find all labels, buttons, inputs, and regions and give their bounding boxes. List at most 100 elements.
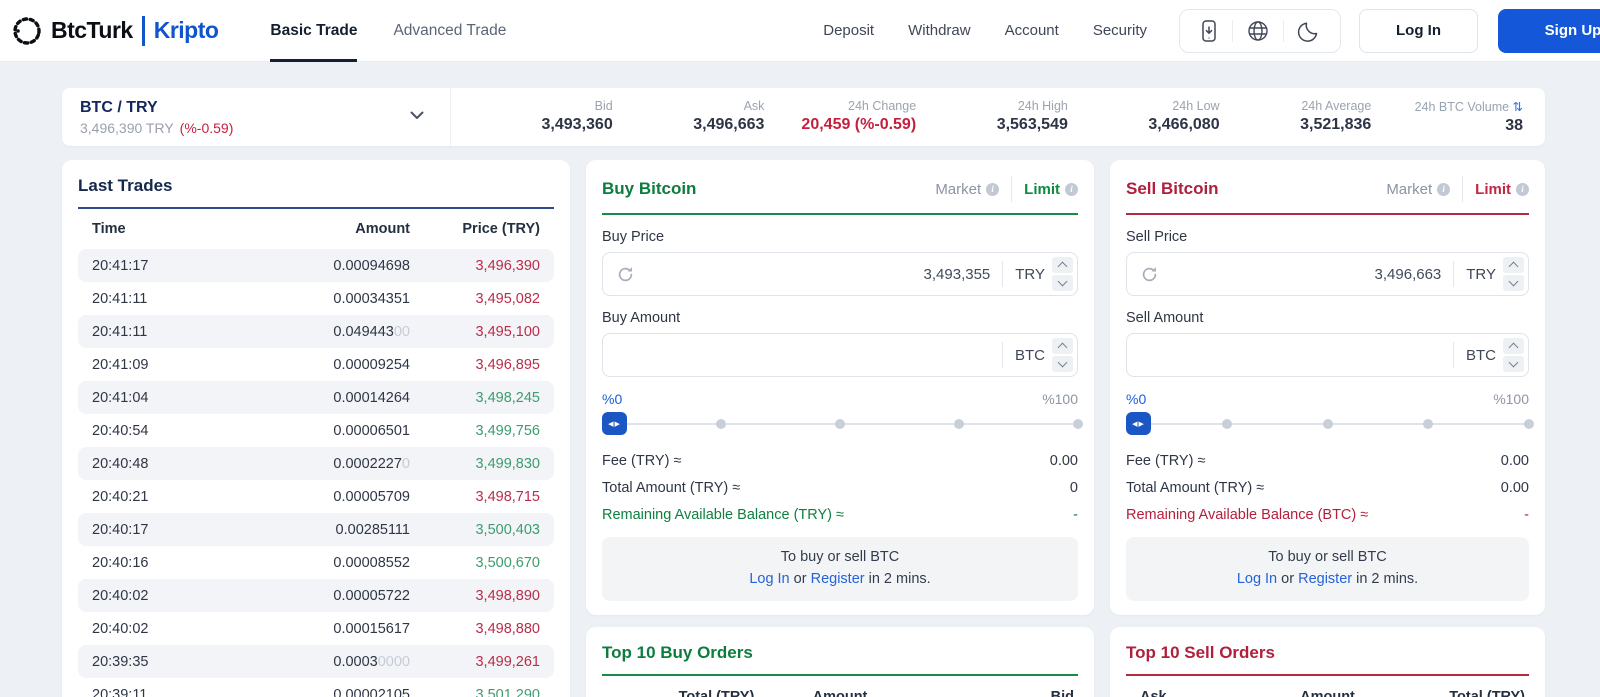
- trade-row: 20:41:04 0.00014264 3,498,245: [78, 381, 554, 414]
- nav-link-security[interactable]: Security: [1093, 22, 1147, 39]
- log-in-link[interactable]: Log In: [749, 571, 789, 587]
- trade-row: 20:41:11 0.00034351 3,495,082: [78, 282, 554, 315]
- stepper-down-icon[interactable]: [1052, 275, 1073, 291]
- trade-time: 20:41:11: [92, 323, 148, 340]
- buy-market-tab[interactable]: Market i: [935, 181, 1000, 198]
- last-trades-panel: Last Trades Time Amount Price (TRY) 20:4…: [62, 160, 570, 697]
- sort-arrows-icon[interactable]: ⇅: [1513, 100, 1523, 114]
- slider-max-label: %100: [1493, 391, 1529, 407]
- sign-up-button[interactable]: Sign Up: [1498, 8, 1600, 53]
- primary-tabs: Basic Trade Advanced Trade: [270, 0, 506, 62]
- trade-time: 20:40:02: [92, 587, 149, 604]
- log-in-button[interactable]: Log In: [1359, 8, 1478, 53]
- trade-row: 20:40:48 0.00022270 3,499,830: [78, 447, 554, 480]
- language-globe-icon[interactable]: [1233, 19, 1283, 43]
- refresh-price-icon[interactable]: [1140, 265, 1159, 284]
- buy-price-label: Buy Price: [602, 229, 665, 245]
- slider-min-label: %0: [1126, 391, 1147, 407]
- trade-time: 20:41:09: [92, 356, 149, 373]
- unit-divider: [1453, 261, 1455, 287]
- stepper-up-icon[interactable]: [1052, 338, 1073, 354]
- trade-amount: 0.00014264: [333, 389, 410, 406]
- sell-price-input[interactable]: [1167, 265, 1442, 283]
- orders-column-bid: Bid: [1050, 688, 1074, 697]
- sell-amount-stepper: [1503, 338, 1524, 372]
- dark-mode-moon-icon[interactable]: [1284, 19, 1334, 43]
- nav-link-withdraw[interactable]: Withdraw: [908, 22, 971, 39]
- stepper-down-icon[interactable]: [1503, 356, 1524, 372]
- slider-handle[interactable]: ◀▶: [1126, 412, 1151, 435]
- sell-limit-tab[interactable]: Limit i: [1475, 181, 1529, 198]
- nav-link-account[interactable]: Account: [1005, 22, 1059, 39]
- info-icon[interactable]: i: [1437, 182, 1451, 196]
- pair-selector[interactable]: BTC / TRY 3,496,390 TRY (%-0.59): [62, 99, 450, 136]
- summary-label: Remaining Available Balance (TRY) ≈: [602, 506, 844, 523]
- column-amount: Amount: [355, 221, 410, 237]
- cta-line2: Log In or Register in 2 mins.: [1236, 571, 1419, 588]
- log-in-link[interactable]: Log In: [1237, 571, 1277, 587]
- top-buy-orders-panel: Top 10 Buy Orders Total (TRY) Amount Bid: [586, 626, 1094, 697]
- refresh-price-icon[interactable]: [616, 265, 635, 284]
- trade-amount: 0.00008552: [333, 554, 410, 571]
- slider-dot: [1221, 419, 1232, 429]
- market-ticker-bar: BTC / TRY 3,496,390 TRY (%-0.59) Bid 3,493…: [62, 88, 1545, 146]
- tab-basic-trade[interactable]: Basic Trade: [270, 0, 358, 62]
- stepper-down-icon[interactable]: [1052, 356, 1073, 372]
- info-icon[interactable]: i: [1516, 182, 1529, 196]
- ticker-stat-label: 24h Change: [848, 99, 917, 113]
- ticker-stat-value: 3,521,836: [1300, 116, 1372, 133]
- trade-price: 3,495,082: [475, 290, 540, 307]
- last-trades-title: Last Trades: [78, 176, 173, 195]
- chevron-down-icon[interactable]: [406, 104, 428, 131]
- trade-row: 20:40:17 0.00285111 3,500,403: [78, 513, 554, 546]
- top-buy-orders-title: Top 10 Buy Orders: [602, 642, 753, 662]
- stepper-up-icon[interactable]: [1503, 257, 1524, 273]
- stepper-up-icon[interactable]: [1052, 257, 1073, 273]
- trade-amount-padding: 0000: [377, 653, 410, 670]
- tab-advanced-trade[interactable]: Advanced Trade: [393, 0, 506, 62]
- slider-dot: [1322, 419, 1333, 429]
- summary-label: Total Amount (TRY) ≈: [602, 479, 741, 496]
- unit-divider: [1002, 261, 1004, 287]
- trade-amount: 0.00005709: [333, 488, 410, 505]
- buy-limit-tab[interactable]: Limit i: [1024, 181, 1078, 198]
- info-icon[interactable]: i: [986, 182, 1000, 196]
- register-link[interactable]: Register: [811, 571, 865, 587]
- slider-dot: [954, 419, 964, 429]
- column-time: Time: [92, 221, 126, 237]
- tab-separator: [1462, 176, 1464, 202]
- buy-price-input[interactable]: [643, 265, 991, 283]
- buy-amount-input[interactable]: [616, 346, 990, 364]
- slider-handle[interactable]: ◀▶: [602, 412, 627, 435]
- trade-amount-padding: 0: [401, 455, 410, 472]
- summary-value: 0.00: [1500, 452, 1529, 469]
- nav-link-deposit[interactable]: Deposit: [823, 22, 874, 39]
- trade-price: 3,498,245: [475, 389, 540, 406]
- summary-label: Fee (TRY) ≈: [602, 452, 682, 469]
- register-link[interactable]: Register: [1298, 571, 1352, 587]
- trade-amount: 0.00030000: [333, 653, 410, 670]
- stepper-up-icon[interactable]: [1503, 338, 1524, 354]
- ticker-stat: Ask 3,496,663: [613, 99, 765, 135]
- app-download-icon[interactable]: [1186, 19, 1232, 43]
- ticker-stat-value: 3,496,663: [693, 116, 765, 133]
- buy-amount-inputbox: BTC: [602, 333, 1078, 377]
- sell-market-tab[interactable]: Market i: [1386, 181, 1451, 198]
- sell-amount-input[interactable]: [1140, 346, 1441, 364]
- sell-price-label: Sell Price: [1126, 229, 1188, 245]
- summary-row: Remaining Available Balance (TRY) ≈ -: [602, 501, 1078, 528]
- orders-column-total-try-: Total (TRY): [678, 688, 755, 697]
- sell-summary: Fee (TRY) ≈ 0.00 Total Amount (TRY) ≈ 0.00 R…: [1126, 447, 1529, 528]
- summary-value: -: [1073, 506, 1078, 523]
- top-buy-orders-header: Top 10 Buy Orders: [602, 643, 1078, 676]
- stepper-down-icon[interactable]: [1503, 275, 1524, 291]
- btcturk-logo[interactable]: BtcTurk Kripto: [10, 14, 219, 48]
- ticker-stat-label: 24h Average: [1301, 99, 1372, 113]
- ticker-stat-value: 3,493,360: [541, 116, 613, 133]
- ticker-stat: 24h Low 3,466,080: [1068, 99, 1219, 135]
- trade-price: 3,498,880: [475, 620, 540, 637]
- pair-change-pct: (%-0.59): [179, 119, 234, 136]
- trade-amount: 0.00022270: [333, 455, 410, 472]
- unit-divider: [1002, 342, 1003, 368]
- info-icon[interactable]: i: [1065, 182, 1078, 196]
